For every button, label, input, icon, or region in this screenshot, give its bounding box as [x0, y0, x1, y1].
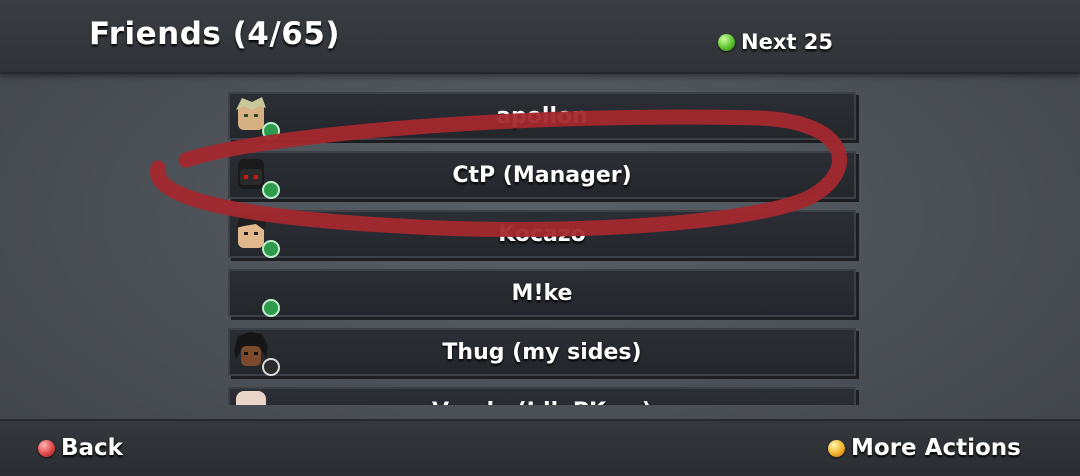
- page-title: Friends (4/65): [89, 16, 341, 52]
- friend-row[interactable]: apollon: [228, 92, 856, 140]
- back-button[interactable]: Back: [38, 435, 123, 461]
- friend-name: apollon: [496, 103, 588, 129]
- friend-row[interactable]: Vanda (Idk PK so): [228, 387, 856, 405]
- friend-name: Vanda (Idk PK so): [230, 389, 854, 406]
- friend-name: M!ke: [511, 280, 573, 306]
- friend-row[interactable]: Kocazo: [228, 210, 856, 258]
- green-button-icon: [718, 33, 735, 51]
- friends-list[interactable]: apollon CtP (Manager) Kocazo M!ke Thug (…: [228, 90, 860, 405]
- red-button-icon: [38, 439, 55, 457]
- friend-row[interactable]: M!ke: [228, 269, 856, 317]
- more-actions-button[interactable]: More Actions: [828, 435, 1021, 461]
- next-page-label: Next 25: [741, 30, 833, 54]
- friend-name: Thug (my sides): [442, 339, 642, 365]
- friend-name: Kocazo: [498, 221, 586, 247]
- back-label: Back: [61, 435, 123, 461]
- bottom-bar: Back More Actions: [0, 419, 1080, 476]
- friend-name: CtP (Manager): [452, 162, 632, 188]
- top-bar: Friends (4/65) Next 25: [0, 0, 1080, 74]
- friend-row[interactable]: CtP (Manager): [228, 151, 856, 199]
- yellow-button-icon: [828, 439, 845, 457]
- next-page-button[interactable]: Next 25: [718, 28, 833, 56]
- more-actions-label: More Actions: [851, 435, 1021, 461]
- friend-row[interactable]: Thug (my sides): [228, 328, 856, 376]
